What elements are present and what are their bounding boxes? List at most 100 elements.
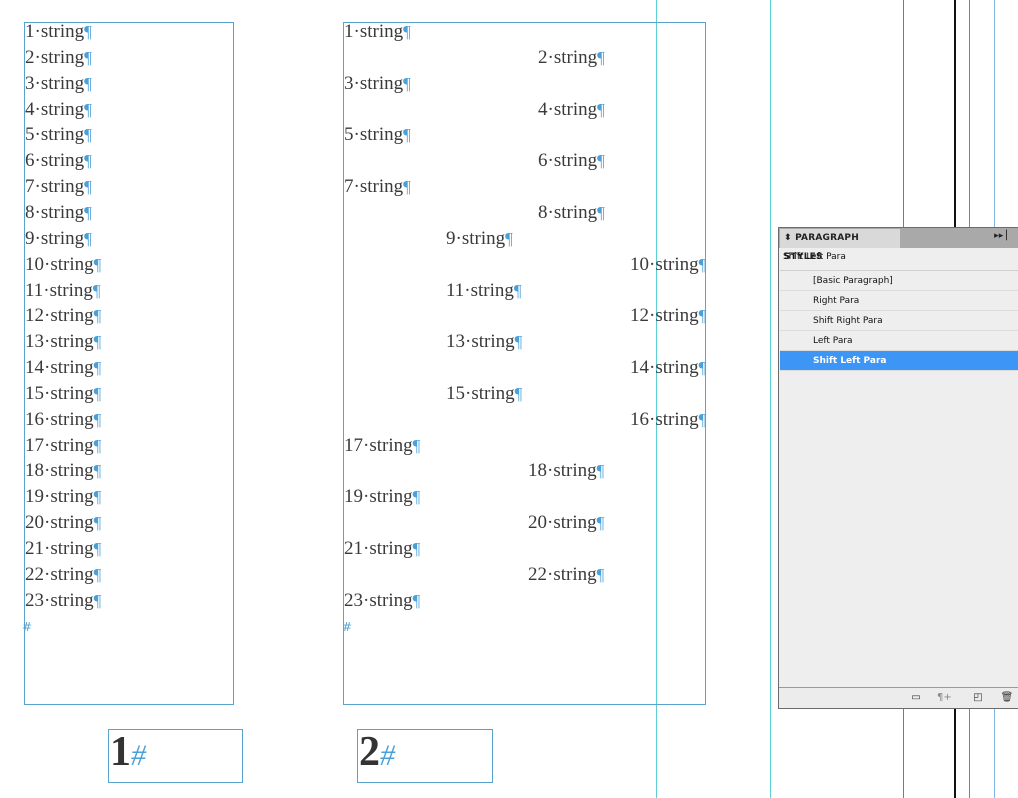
column-1-line: 5·string¶ xyxy=(25,125,92,145)
pilcrow-icon: ¶ xyxy=(597,47,605,67)
column-2-line: 7·string¶ xyxy=(344,177,411,197)
column-2-line: 16·string¶ xyxy=(630,408,707,430)
column-2-line: 17·string¶ xyxy=(344,434,421,456)
column-1-line-text: 12·string xyxy=(25,305,94,327)
column-2-line-text: 11·string xyxy=(446,279,514,301)
column-1-line-text: 20·string xyxy=(25,512,94,534)
column-2-line-text: 2·string xyxy=(538,46,598,68)
column-1-line-text: 22·string xyxy=(25,563,94,585)
pilcrow-icon: ¶ xyxy=(84,47,92,67)
pilcrow-icon: ¶ xyxy=(93,461,102,481)
pilcrow-icon: ¶ xyxy=(84,228,92,248)
column-2-line: 10·string¶ xyxy=(630,253,707,275)
pilcrow-icon: ¶ xyxy=(597,151,605,171)
column-2-line-text: 21·string xyxy=(344,538,413,559)
column-1-line: 23·string¶ xyxy=(25,589,102,611)
pilcrow-icon: ¶ xyxy=(403,73,411,93)
pilcrow-icon: ¶ xyxy=(93,332,102,352)
style-item-right-para[interactable]: Right Para xyxy=(780,291,1018,311)
column-2-line-text: 18·string xyxy=(528,460,597,482)
column-1-line: 11·string¶ xyxy=(25,279,101,301)
column-2-line-text: 8·string xyxy=(538,201,598,223)
column-1-line-text: 23·string xyxy=(25,589,94,611)
column-1-line-text: 18·string xyxy=(25,460,94,482)
column-2-line: 20·string¶ xyxy=(528,513,604,533)
column-2-line: 12·string¶ xyxy=(630,306,706,326)
column-2-line-text: 16·string xyxy=(630,408,699,430)
panel-tab[interactable]: ⬍ PARAGRAPH STYLES xyxy=(780,229,900,262)
pilcrow-icon: ¶ xyxy=(93,254,102,274)
column-2-line: 22·string¶ xyxy=(528,563,604,585)
pilcrow-icon: ¶ xyxy=(698,254,707,274)
column-1-line: 19·string¶ xyxy=(25,487,101,507)
pilcrow-icon: ¶ xyxy=(514,383,523,403)
pilcrow-icon: ¶ xyxy=(403,125,411,145)
column-2-line-text: 3·string xyxy=(344,72,404,94)
style-item-left-para[interactable]: Left Para xyxy=(780,331,1018,351)
column-1-line-text: 10·string xyxy=(25,253,94,275)
column-1-line-text: 14·string xyxy=(25,357,94,379)
pilcrow-icon: ¶ xyxy=(93,564,102,584)
column-2-line-text: 12·string xyxy=(630,305,699,327)
column-2-line-text: 13·string xyxy=(446,331,515,353)
pilcrow-icon: ¶ xyxy=(93,306,102,326)
column-1-line-text: 21·string xyxy=(25,538,94,559)
column-2-line-text: 22·string xyxy=(528,563,597,585)
style-item-shift-right-para[interactable]: Shift Right Para xyxy=(780,311,1018,331)
pilcrow-icon: ¶ xyxy=(514,332,523,352)
style-item-shift-left-para[interactable]: Shift Left Para xyxy=(780,351,1018,371)
pilcrow-icon: ¶ xyxy=(698,306,707,326)
column-2-line-text: 20·string xyxy=(528,512,597,534)
pilcrow-icon: ¶ xyxy=(84,22,92,41)
page-number-1-value: 1 xyxy=(110,729,131,775)
column-1-line: 18·string¶ xyxy=(25,461,101,481)
pilcrow-icon: ¶ xyxy=(412,539,421,558)
column-2-line: 1·string¶ xyxy=(344,22,411,42)
column-1-line: 14·string¶ xyxy=(25,358,101,378)
column-2-line-text: 5·string xyxy=(344,124,404,146)
column-2-line-text: 7·string xyxy=(344,176,404,198)
column-1-line-text: 11·string xyxy=(25,279,93,301)
clear-overrides-icon[interactable]: ¶+ xyxy=(937,691,952,705)
pilcrow-icon: ¶ xyxy=(93,513,102,533)
column-2-line: 5·string¶ xyxy=(344,125,411,145)
column-2-line: 9·string¶ xyxy=(446,227,513,249)
pilcrow-icon: ¶ xyxy=(698,358,707,378)
current-style-label: Shift Left Para xyxy=(783,252,846,262)
column-1-line: 3·string¶ xyxy=(25,72,92,94)
pilcrow-icon: ¶ xyxy=(597,99,605,119)
pilcrow-icon: ¶ xyxy=(403,22,411,41)
column-2-line: 6·string¶ xyxy=(538,151,605,171)
page-number-1: 1# xyxy=(110,731,146,777)
pilcrow-icon: ¶ xyxy=(596,513,605,533)
column-2-line-text: 17·string xyxy=(344,434,413,456)
pilcrow-icon: ¶ xyxy=(93,435,102,455)
column-2-line-text: 9·string xyxy=(446,227,506,249)
column-1-line: 7·string¶ xyxy=(25,177,92,197)
pilcrow-icon: ¶ xyxy=(93,590,102,610)
column-1-line: 16·string¶ xyxy=(25,409,102,430)
column-1-line-text: 3·string xyxy=(25,72,85,94)
column-1-line-text: 13·string xyxy=(25,331,94,353)
column-1-line-text: 19·string xyxy=(25,486,94,508)
column-1-line-text: 9·string xyxy=(25,227,85,249)
pilcrow-icon: ¶ xyxy=(403,177,411,197)
pilcrow-icon: ¶ xyxy=(93,539,102,558)
pilcrow-icon: ¶ xyxy=(698,409,707,429)
page-number-marker-2: # xyxy=(380,739,395,772)
style-item-basic-paragraph[interactable]: [Basic Paragraph] xyxy=(780,271,1018,291)
column-1-line: 12·string¶ xyxy=(25,306,101,326)
column-1-line: 22·string¶ xyxy=(25,563,102,585)
column-1-line: 6·string¶ xyxy=(25,151,92,171)
column-1-line-text: 6·string xyxy=(25,150,85,172)
double-arrow-icon[interactable]: ▸▸ ▏ xyxy=(994,231,1013,241)
pilcrow-icon: ¶ xyxy=(596,461,605,481)
new-style-icon[interactable]: ◰ xyxy=(971,691,985,705)
folder-icon[interactable]: ▭ xyxy=(909,691,923,705)
pilcrow-icon: ¶ xyxy=(93,409,102,429)
column-1-line: 13·string¶ xyxy=(25,332,101,352)
column-2-line-text: 14·string xyxy=(630,357,699,379)
column-2-line-text: 10·string xyxy=(630,253,699,275)
pilcrow-icon: ¶ xyxy=(412,435,421,455)
trash-icon[interactable]: 🗑 xyxy=(1000,691,1014,705)
